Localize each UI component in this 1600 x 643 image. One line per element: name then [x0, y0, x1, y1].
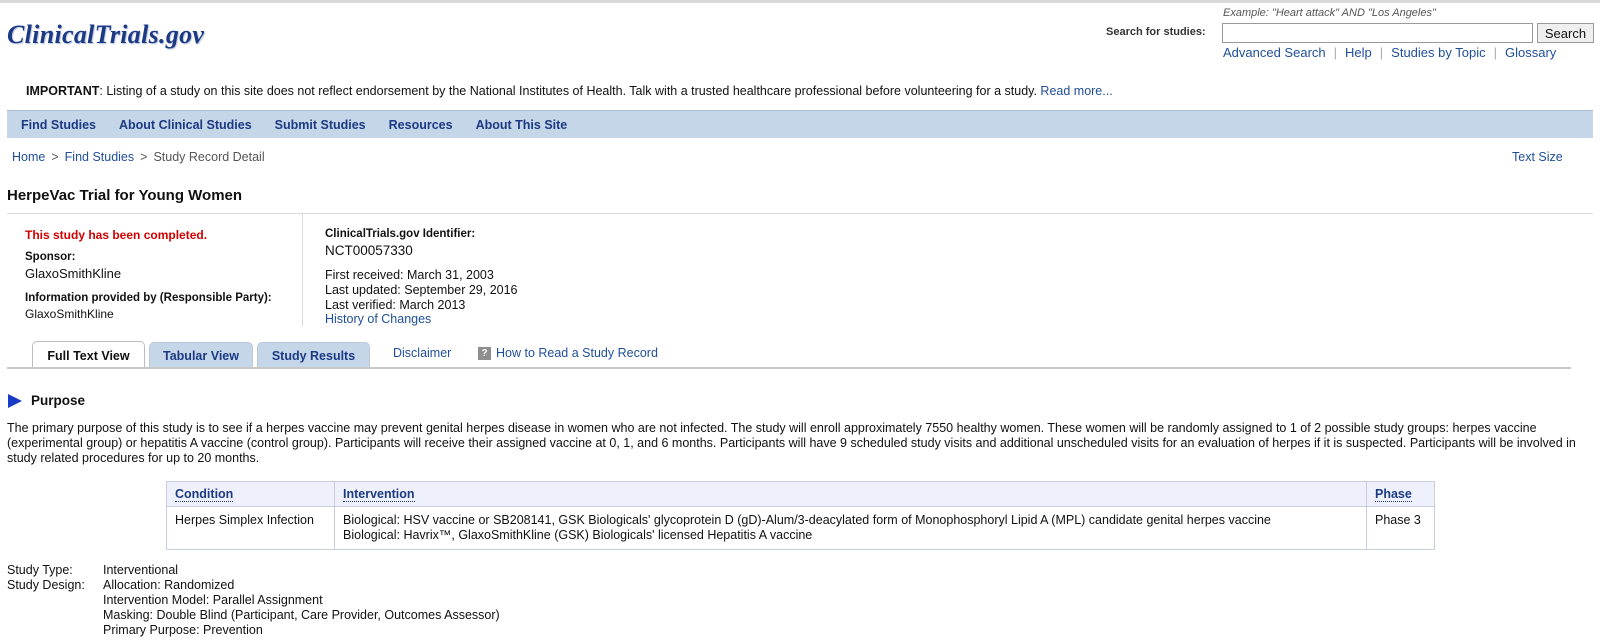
divider: |: [1379, 45, 1384, 60]
text-size-link[interactable]: Text Size: [1512, 150, 1563, 164]
breadcrumb-separator: >: [51, 150, 59, 164]
first-received: First received: March 31, 2003: [325, 268, 494, 282]
table-header-row: Condition Intervention Phase: [166, 481, 1435, 507]
search-input[interactable]: [1222, 23, 1533, 43]
history-of-changes-link[interactable]: History of Changes: [325, 312, 431, 326]
identifier-label: ClinicalTrials.gov Identifier:: [325, 228, 476, 240]
design-value: Primary Purpose: Prevention: [103, 623, 263, 637]
important-text: : Listing of a study on this site does n…: [99, 84, 1041, 98]
study-status: This study has been completed.: [25, 228, 208, 242]
study-type-row: Study Type: Interventional: [7, 563, 500, 578]
how-to-read-link[interactable]: How to Read a Study Record: [496, 346, 658, 360]
intervention-item: Biological: HSV vaccine or SB208141, GSK…: [343, 513, 1271, 527]
condition-cell: Herpes Simplex Infection: [166, 506, 335, 550]
help-link[interactable]: Help: [1345, 45, 1372, 60]
sponsor-value: GlaxoSmithKline: [25, 266, 122, 281]
search-button[interactable]: Search: [1537, 23, 1594, 43]
advanced-search-link[interactable]: Advanced Search: [1223, 45, 1326, 60]
tab-tabular-view[interactable]: Tabular View: [149, 342, 253, 368]
last-updated: Last updated: September 29, 2016: [325, 283, 518, 297]
help-question-icon: ?: [478, 347, 491, 360]
responsible-party-label: Information provided by (Responsible Par…: [25, 292, 272, 304]
sponsor-label: Sponsor:: [25, 251, 76, 263]
table-row: Herpes Simplex Infection Biological: HSV…: [166, 506, 1435, 550]
intervention-cell: Biological: HSV vaccine or SB208141, GSK…: [334, 506, 1367, 550]
nav-about-this-site[interactable]: About This Site: [476, 118, 568, 132]
conditions-table: Condition Intervention Phase Herpes Simp…: [166, 481, 1435, 550]
breadcrumb-find-studies[interactable]: Find Studies: [65, 150, 134, 164]
study-type-label: Study Type:: [7, 563, 73, 577]
intervention-item: Biological: Havrix™, GlaxoSmithKline (GS…: [343, 528, 813, 542]
top-border: [0, 0, 1600, 3]
divider: |: [1333, 45, 1338, 60]
search-label: Search for studies:: [1106, 26, 1206, 38]
site-logo[interactable]: ClinicalTrials.gov: [7, 20, 204, 50]
important-notice: IMPORTANT: Listing of a study on this si…: [26, 84, 1113, 98]
nav-submit-studies[interactable]: Submit Studies: [275, 118, 366, 132]
nav-find-studies[interactable]: Find Studies: [21, 118, 96, 132]
studies-by-topic-link[interactable]: Studies by Topic: [1391, 45, 1485, 60]
phase-header[interactable]: Phase: [1366, 481, 1435, 507]
important-label: IMPORTANT: [26, 84, 100, 98]
last-verified: Last verified: March 2013: [325, 298, 466, 312]
purpose-text: The primary purpose of this study is to …: [7, 421, 1576, 465]
phase-cell: Phase 3: [1366, 506, 1435, 550]
read-more-link[interactable]: Read more...: [1040, 84, 1112, 98]
intervention-header[interactable]: Intervention: [334, 481, 1367, 507]
purpose-heading: Purpose: [31, 393, 86, 408]
disclaimer-link[interactable]: Disclaimer: [393, 346, 451, 360]
study-design-values: Allocation: Randomized Intervention Mode…: [103, 578, 500, 638]
design-value: Allocation: Randomized: [103, 578, 235, 592]
condition-header-label[interactable]: Condition: [175, 487, 234, 502]
breadcrumb: Home > Find Studies > Study Record Detai…: [12, 150, 265, 164]
study-design-label: Study Design:: [7, 578, 85, 592]
tab-study-results[interactable]: Study Results: [257, 342, 370, 368]
breadcrumb-separator: >: [140, 150, 148, 164]
intervention-header-label[interactable]: Intervention: [343, 487, 415, 502]
study-info-left: This study has been completed. Sponsor: …: [7, 214, 303, 326]
phase-header-label[interactable]: Phase: [1375, 487, 1412, 502]
breadcrumb-current: Study Record Detail: [153, 150, 265, 164]
main-nav: Find Studies About Clinical Studies Subm…: [7, 110, 1593, 138]
breadcrumb-home[interactable]: Home: [12, 150, 45, 164]
design-value: Intervention Model: Parallel Assignment: [103, 593, 323, 607]
study-design-section: Study Type: Interventional Study Design:…: [7, 563, 500, 638]
divider: |: [1493, 45, 1497, 60]
responsible-party-value: GlaxoSmithKline: [25, 307, 114, 321]
study-type-value: Interventional: [103, 563, 179, 577]
tabs-divider: [7, 367, 1571, 369]
design-value: Masking: Double Blind (Participant, Care…: [103, 608, 500, 622]
study-design-row: Study Design: Allocation: Randomized Int…: [7, 578, 500, 638]
condition-header[interactable]: Condition: [166, 481, 335, 507]
nav-resources[interactable]: Resources: [389, 118, 453, 132]
search-example: Example: "Heart attack" AND "Los Angeles…: [1223, 7, 1436, 19]
glossary-link[interactable]: Glossary: [1505, 45, 1556, 60]
search-links: Advanced Search | Help | Studies by Topic |…: [1223, 45, 1556, 60]
study-info-right: ClinicalTrials.gov Identifier: NCT000573…: [325, 214, 825, 326]
section-arrow-icon: [8, 394, 22, 408]
tab-full-text-view[interactable]: Full Text View: [32, 341, 145, 369]
nav-about-clinical-studies[interactable]: About Clinical Studies: [119, 118, 252, 132]
page-title: HerpeVac Trial for Young Women: [7, 187, 243, 204]
identifier-value: NCT00057330: [325, 243, 413, 258]
